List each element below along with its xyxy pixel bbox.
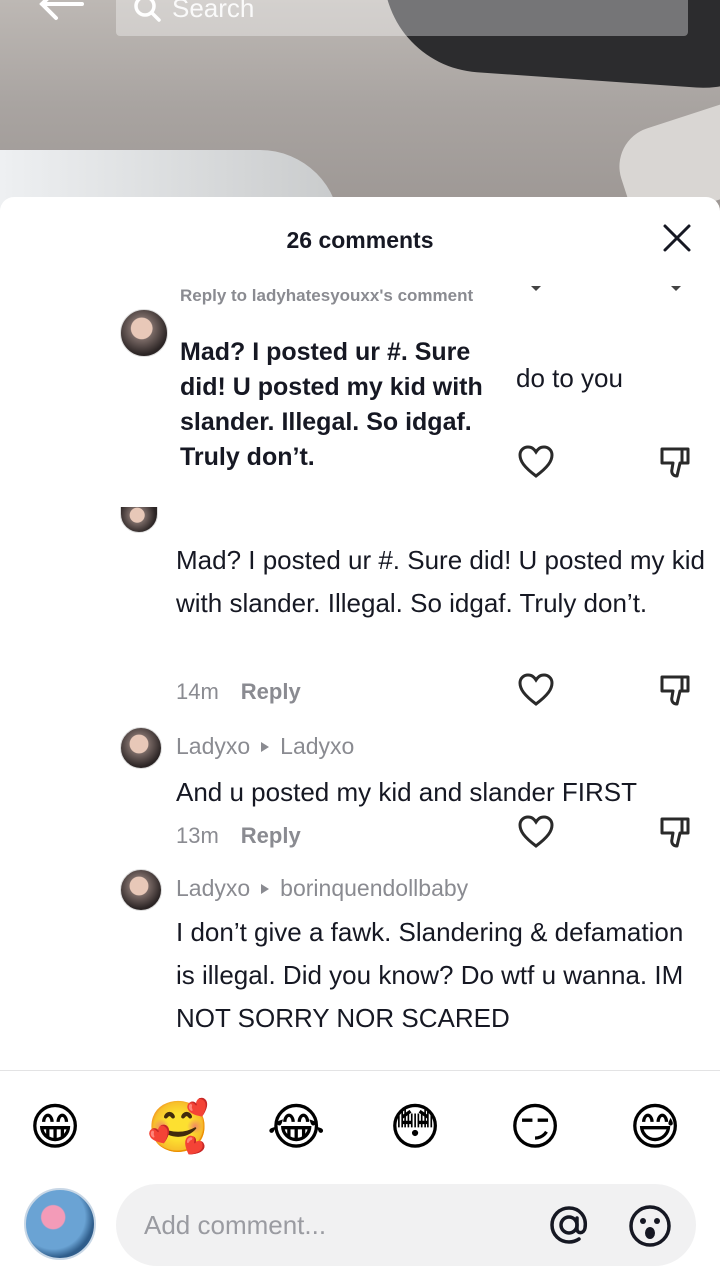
search-placeholder: Search bbox=[172, 0, 255, 23]
heart-icon[interactable] bbox=[518, 673, 554, 707]
reply-button[interactable]: Reply bbox=[241, 679, 301, 705]
reply-to-user[interactable]: Ladyxo bbox=[280, 733, 354, 760]
emoji-sweat-smile-button[interactable]: 😅 bbox=[627, 1099, 683, 1155]
comment-meta: 14m Reply bbox=[176, 679, 301, 705]
comment-input-placeholder: Add comment... bbox=[144, 1210, 327, 1240]
comments-count: 26 comments bbox=[286, 227, 434, 253]
heart-icon[interactable] bbox=[518, 445, 554, 479]
comment-author[interactable]: Ladyxo bbox=[176, 875, 250, 902]
comment-list: do to you Reply to ladyhatesyouxx's comm… bbox=[0, 277, 720, 1067]
emoji-picker-icon[interactable] bbox=[628, 1204, 672, 1248]
underlay-comment-text: do to you bbox=[516, 363, 623, 393]
emoji-tears-of-joy-button[interactable]: 😂 bbox=[267, 1099, 325, 1155]
heart-icon[interactable] bbox=[518, 815, 554, 849]
chevron-down-icon bbox=[531, 286, 541, 291]
comment-text: Mad? I posted ur #. Sure did! U posted m… bbox=[176, 545, 705, 618]
comment-author[interactable]: Ladyxo bbox=[176, 733, 250, 760]
video-background: Search bbox=[0, 0, 720, 230]
avatar bbox=[120, 503, 158, 533]
close-icon[interactable] bbox=[660, 221, 694, 255]
comment-time: 13m bbox=[176, 823, 219, 848]
reply-arrow-icon bbox=[261, 741, 270, 752]
reply-popup: Reply to ladyhatesyouxx's comment Mad? I… bbox=[110, 277, 500, 507]
sheet-header: 26 comments bbox=[0, 197, 720, 283]
emoji-grin-button[interactable]: 😁 bbox=[27, 1099, 83, 1155]
reply-popup-text: Mad? I posted ur #. Sure did! U posted m… bbox=[180, 338, 483, 471]
comment-time: 14m bbox=[176, 679, 219, 704]
comment-text: I don’t give a fawk. Slandering & defama… bbox=[176, 917, 684, 1033]
avatar[interactable] bbox=[120, 727, 162, 769]
reply-to-label: Reply to ladyhatesyouxx's comment bbox=[180, 286, 474, 305]
emoji-hearts-button[interactable]: 🥰 bbox=[147, 1099, 209, 1155]
comment-text: And u posted my kid and slander FIRST bbox=[176, 777, 638, 807]
search-icon bbox=[134, 0, 161, 22]
comments-sheet: 26 comments do to you Reply to ladyhates… bbox=[0, 197, 720, 1280]
reply-to-user[interactable]: borinquendollbaby bbox=[280, 875, 468, 902]
reply-arrow-icon bbox=[261, 883, 270, 894]
search-input[interactable]: Search bbox=[116, 0, 688, 36]
dislike-icon[interactable] bbox=[658, 445, 694, 479]
comment-meta: 13m Reply bbox=[176, 823, 301, 849]
emoji-smirk-button[interactable]: 😏 bbox=[507, 1099, 563, 1155]
avatar bbox=[120, 309, 168, 357]
back-arrow-icon[interactable] bbox=[36, 0, 86, 22]
dislike-icon[interactable] bbox=[658, 815, 694, 849]
chevron-down-icon bbox=[671, 286, 681, 291]
comment-author-row: Ladyxo borinquendollbaby bbox=[176, 875, 468, 902]
emoji-flushed-button[interactable]: 😳 bbox=[387, 1099, 443, 1155]
emoji-quick-bar: 😁 🥰 😂 😳 😏 😅 bbox=[0, 1070, 720, 1180]
comment-input-row: Add comment... bbox=[0, 1180, 720, 1280]
reply-button[interactable]: Reply bbox=[241, 823, 301, 849]
comment-author-row: Ladyxo Ladyxo bbox=[176, 733, 354, 760]
dislike-icon[interactable] bbox=[658, 673, 694, 707]
comment-input[interactable]: Add comment... bbox=[116, 1184, 696, 1266]
user-avatar[interactable] bbox=[24, 1188, 96, 1260]
avatar[interactable] bbox=[120, 869, 162, 911]
mention-icon[interactable] bbox=[548, 1204, 590, 1246]
